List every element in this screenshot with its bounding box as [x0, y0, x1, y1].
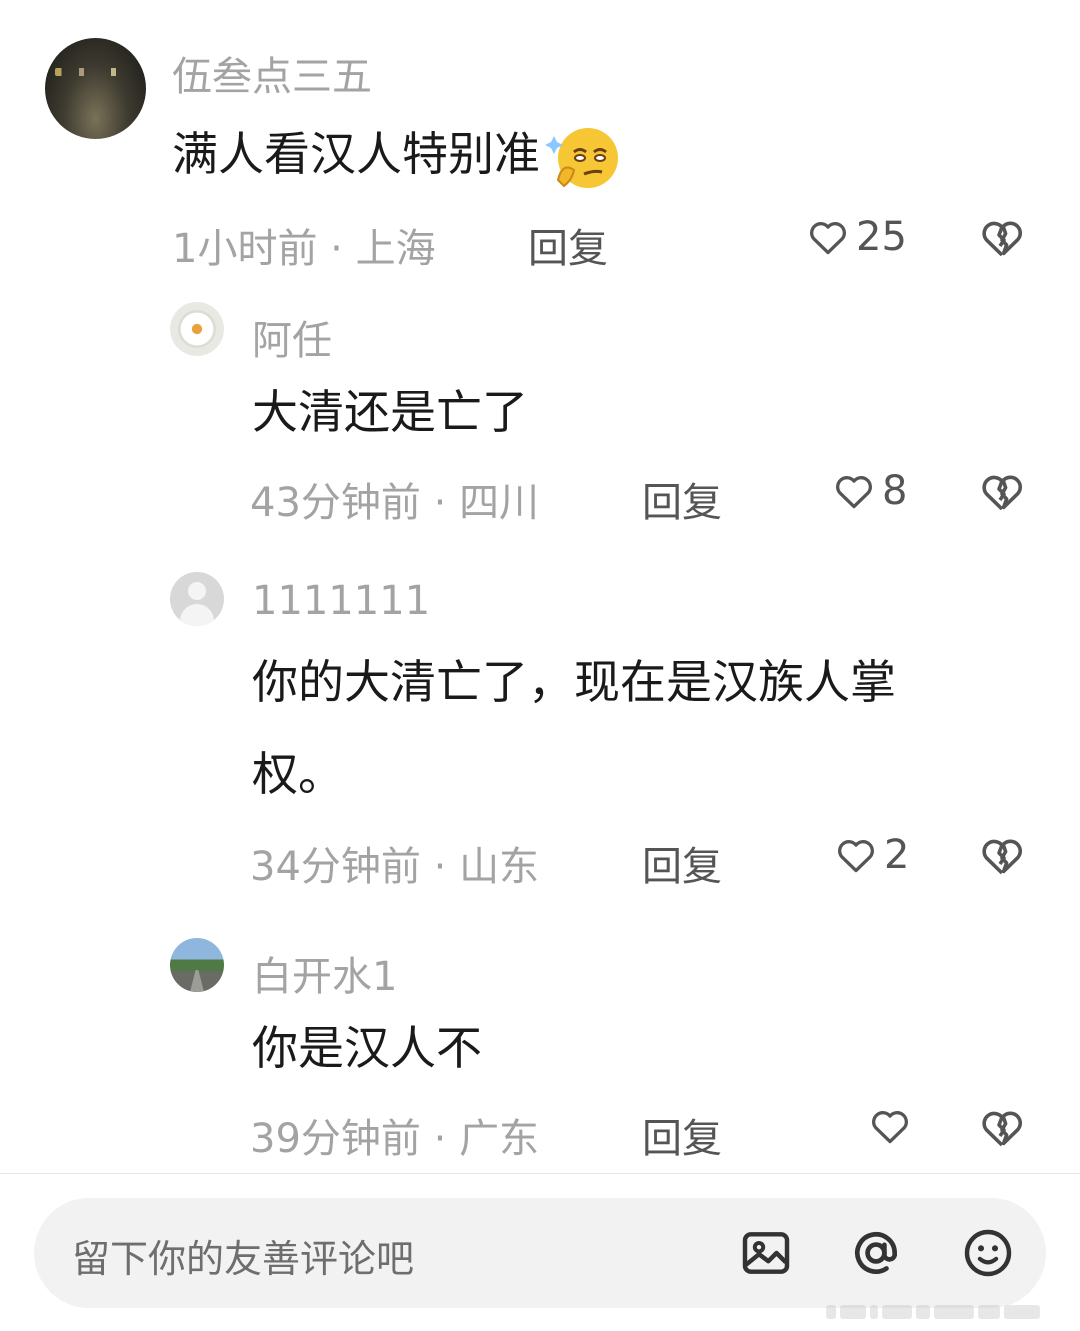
avatar-user-4[interactable]: [170, 938, 224, 992]
reply-button[interactable]: 回复: [528, 216, 608, 274]
at-icon[interactable]: [848, 1225, 904, 1281]
comment-location: 四川: [459, 480, 540, 526]
comment-input[interactable]: 留下你的友善评论吧: [72, 1228, 414, 1283]
comment-username[interactable]: 伍叁点三五: [172, 44, 372, 102]
reply-button[interactable]: 回复: [642, 1106, 722, 1164]
comment-username[interactable]: 阿任: [252, 308, 332, 366]
comment-time: 34分钟前: [250, 844, 421, 890]
reply-button[interactable]: 回复: [642, 834, 722, 892]
comment-meta: 43分钟前 · 四川: [250, 470, 539, 528]
comment-input-bar[interactable]: 留下你的友善评论吧: [34, 1198, 1046, 1308]
watermark: [826, 1303, 1066, 1321]
comment-username[interactable]: 白开水1: [252, 944, 397, 1002]
like-count: 2: [884, 832, 910, 878]
emoji-icon[interactable]: [960, 1225, 1016, 1281]
like-button[interactable]: 25: [806, 214, 907, 260]
like-count: 25: [856, 214, 907, 260]
comment-text-line-1: 你的大清亡了，现在是汉族人掌: [252, 655, 896, 709]
like-count: 8: [882, 468, 908, 514]
avatar-user-3[interactable]: [170, 572, 224, 626]
heart-icon: [810, 222, 846, 255]
comment-text-line-2: 权。: [252, 747, 344, 801]
heart-icon: [872, 1111, 908, 1144]
comment-meta: 1小时前 · 上海: [172, 216, 436, 274]
comment-username[interactable]: 1111111: [252, 578, 430, 624]
meta-separator: ·: [330, 226, 343, 272]
comment-location: 山东: [459, 844, 540, 890]
comment-meta: 34分钟前 · 山东: [250, 834, 539, 892]
comment-text: 大清还是亡了: [252, 385, 528, 439]
comment-text-content: 满人看汉人特别准: [172, 127, 540, 181]
comment-text: 你是汉人不: [252, 1021, 482, 1075]
meta-separator: ·: [433, 480, 447, 526]
avatar-user-1[interactable]: [45, 38, 146, 139]
broken-heart-icon[interactable]: [978, 468, 1026, 516]
comment-time: 1小时前: [172, 226, 318, 272]
heart-icon: [838, 840, 874, 873]
like-button[interactable]: 8: [832, 468, 907, 514]
heart-icon: [836, 476, 872, 509]
like-button[interactable]: 2: [834, 832, 909, 878]
broken-heart-icon[interactable]: [978, 214, 1026, 262]
comment-text: 满人看汉人特别准: [172, 108, 624, 200]
meta-separator: ·: [433, 1116, 447, 1162]
broken-heart-icon[interactable]: [978, 1104, 1026, 1152]
comment-location: 广东: [459, 1116, 540, 1162]
meta-separator: ·: [433, 844, 447, 890]
broken-heart-icon[interactable]: [978, 832, 1026, 880]
smirk-thinking-emoji-icon: [545, 127, 618, 188]
comment-time: 43分钟前: [250, 480, 421, 526]
reply-button[interactable]: 回复: [642, 470, 722, 528]
image-icon[interactable]: [738, 1225, 794, 1281]
comment-meta: 39分钟前 · 广东: [250, 1106, 539, 1164]
avatar-user-2[interactable]: [170, 302, 224, 356]
like-button[interactable]: [868, 1104, 918, 1148]
divider: [0, 1173, 1080, 1174]
comment-location: 上海: [355, 226, 436, 272]
comment-time: 39分钟前: [250, 1116, 421, 1162]
